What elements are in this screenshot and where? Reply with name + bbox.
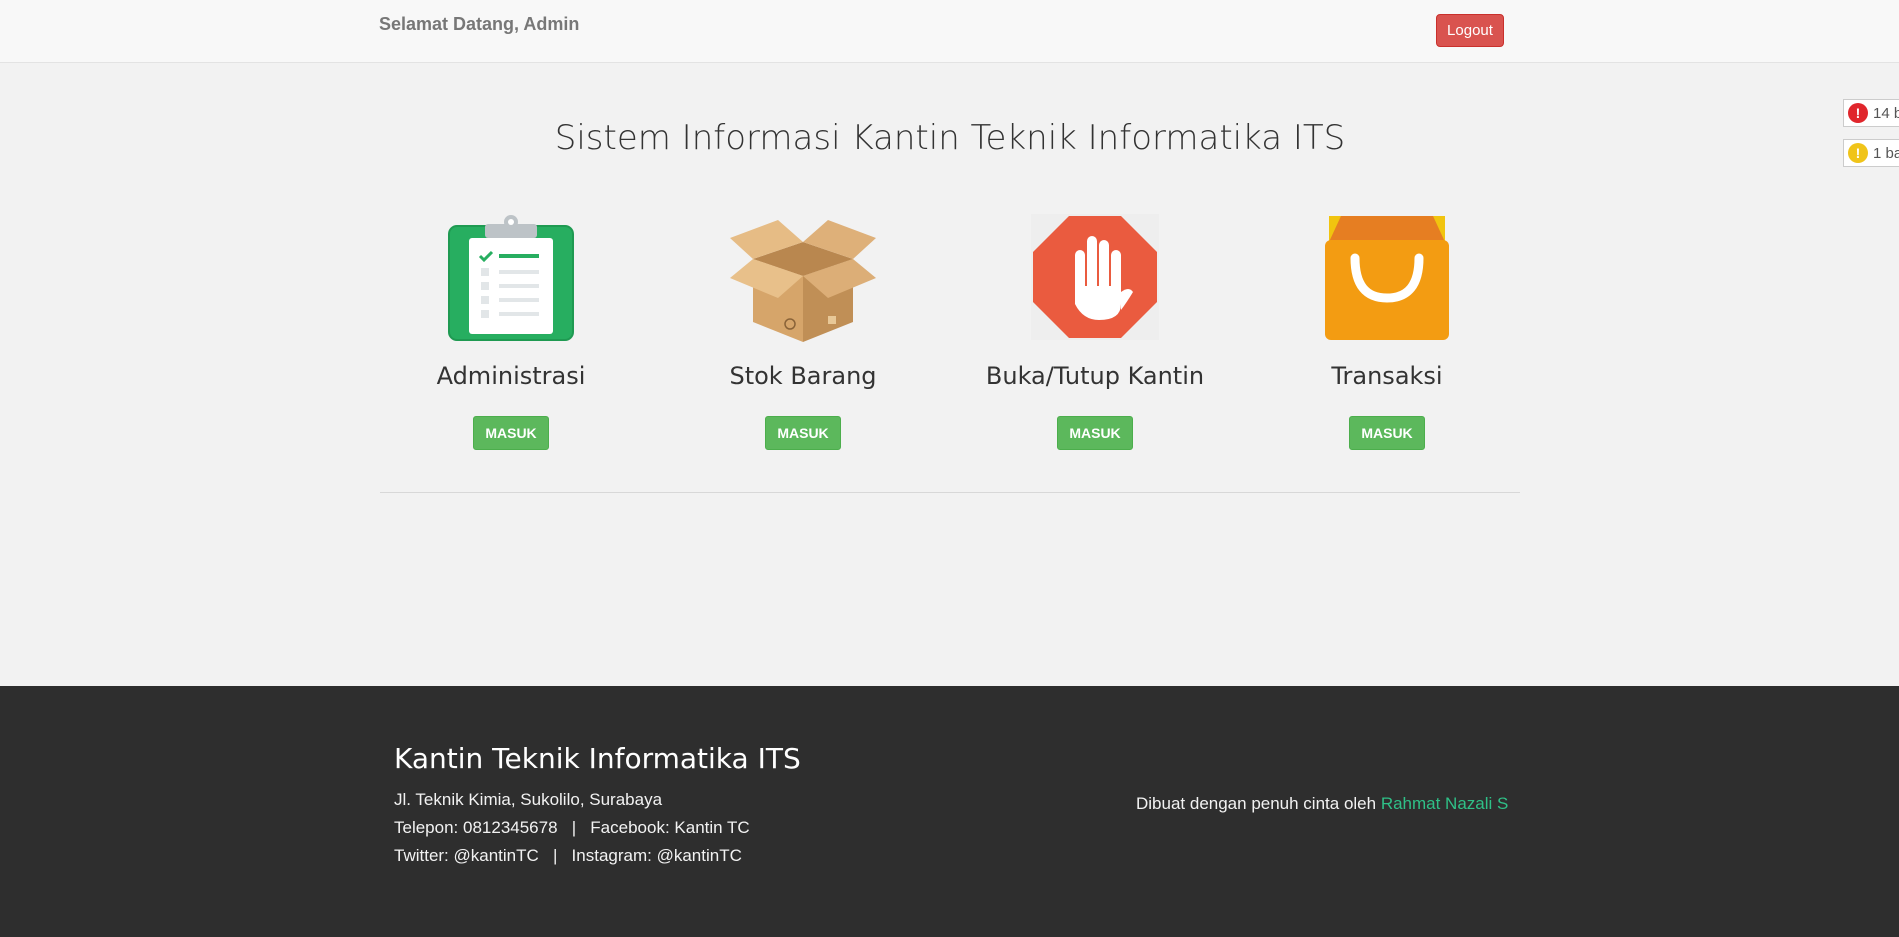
credit-author-link[interactable]: Rahmat Nazali S (1381, 794, 1509, 813)
masuk-button-transaksi[interactable]: MASUK (1349, 416, 1425, 450)
footer-contact: Telepon: 0812345678 | Facebook: Kantin T… (394, 818, 750, 837)
error-notification-text: 14 b (1873, 104, 1899, 122)
card-administrasi: Administrasi MASUK (365, 214, 657, 450)
card-label: Buka/Tutup Kantin (985, 362, 1205, 390)
top-navbar: Selamat Datang, Admin Logout (0, 0, 1899, 63)
masuk-button-buka-tutup-kantin[interactable]: MASUK (1057, 416, 1133, 450)
content-divider (380, 492, 1520, 493)
page-title: Sistem Informasi Kantin Teknik Informati… (554, 118, 1346, 158)
footer-title: Kantin Teknik Informatika ITS (394, 742, 801, 775)
warning-icon: ! (1848, 143, 1868, 163)
welcome-text: Selamat Datang, Admin (379, 14, 580, 34)
card-label: Administrasi (436, 362, 586, 390)
card-label: Stok Barang (729, 362, 877, 390)
warning-notification[interactable]: ! 1 ba (1843, 139, 1899, 167)
box-icon (730, 220, 876, 342)
card-stok-barang: Stok Barang MASUK (657, 214, 949, 450)
card-transaksi: Transaksi MASUK (1241, 214, 1533, 450)
footer-credit: Dibuat dengan penuh cinta oleh Rahmat Na… (1136, 794, 1508, 814)
card-buka-tutup-kantin: Buka/Tutup Kantin MASUK (949, 214, 1241, 450)
stop-hand-icon (1031, 214, 1159, 340)
credit-prefix: Dibuat dengan penuh cinta oleh (1136, 794, 1381, 813)
masuk-button-administrasi[interactable]: MASUK (473, 416, 549, 450)
error-notification[interactable]: ! 14 b (1843, 99, 1899, 127)
masuk-button-stok-barang[interactable]: MASUK (765, 416, 841, 450)
clipboard-icon (448, 215, 574, 341)
logout-button[interactable]: Logout (1436, 14, 1504, 47)
footer: Kantin Teknik Informatika ITS Jl. Teknik… (0, 686, 1899, 937)
shopping-bag-icon (1325, 216, 1449, 340)
footer-address: Jl. Teknik Kimia, Sukolilo, Surabaya (394, 790, 663, 809)
error-icon: ! (1848, 103, 1868, 123)
footer-social: Twitter: @kantinTC | Instagram: @kantinT… (394, 846, 742, 865)
card-label: Transaksi (1331, 362, 1443, 390)
warning-notification-text: 1 ba (1873, 144, 1899, 162)
